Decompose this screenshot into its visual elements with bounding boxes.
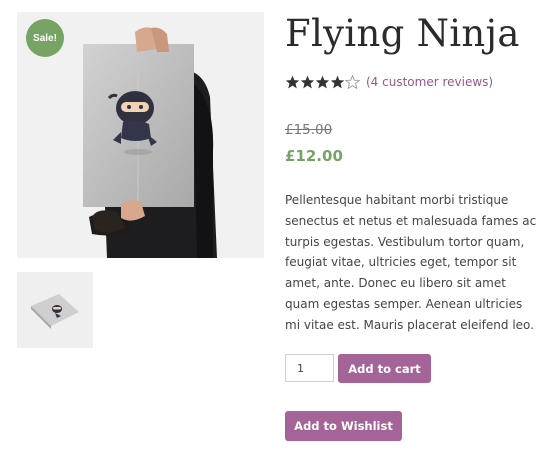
sale-badge: Sale! — [26, 19, 64, 57]
reviews-link[interactable]: (4 customer reviews) — [366, 75, 493, 89]
thumbnail-image — [31, 294, 79, 329]
product-rating: (4 customer reviews) — [285, 72, 493, 92]
star-icon — [300, 75, 315, 89]
product-description: Pellentesque habitant morbi tristique se… — [285, 193, 537, 332]
add-to-wishlist-button[interactable]: Add to Wishlist — [285, 411, 402, 441]
product-main-image[interactable]: Sale! — [17, 12, 264, 258]
star-rating — [285, 75, 360, 89]
regular-price: £15.00 — [285, 122, 333, 138]
product-thumbnail[interactable] — [17, 272, 93, 348]
add-to-cart-button[interactable]: Add to cart — [338, 354, 431, 383]
star-icon — [330, 75, 345, 89]
star-outline-icon — [345, 75, 360, 89]
star-icon — [285, 75, 300, 89]
sale-price: £12.00 — [285, 147, 343, 165]
star-icon — [315, 75, 330, 89]
product-title: Flying Ninja — [285, 12, 520, 55]
quantity-input[interactable] — [285, 354, 334, 382]
